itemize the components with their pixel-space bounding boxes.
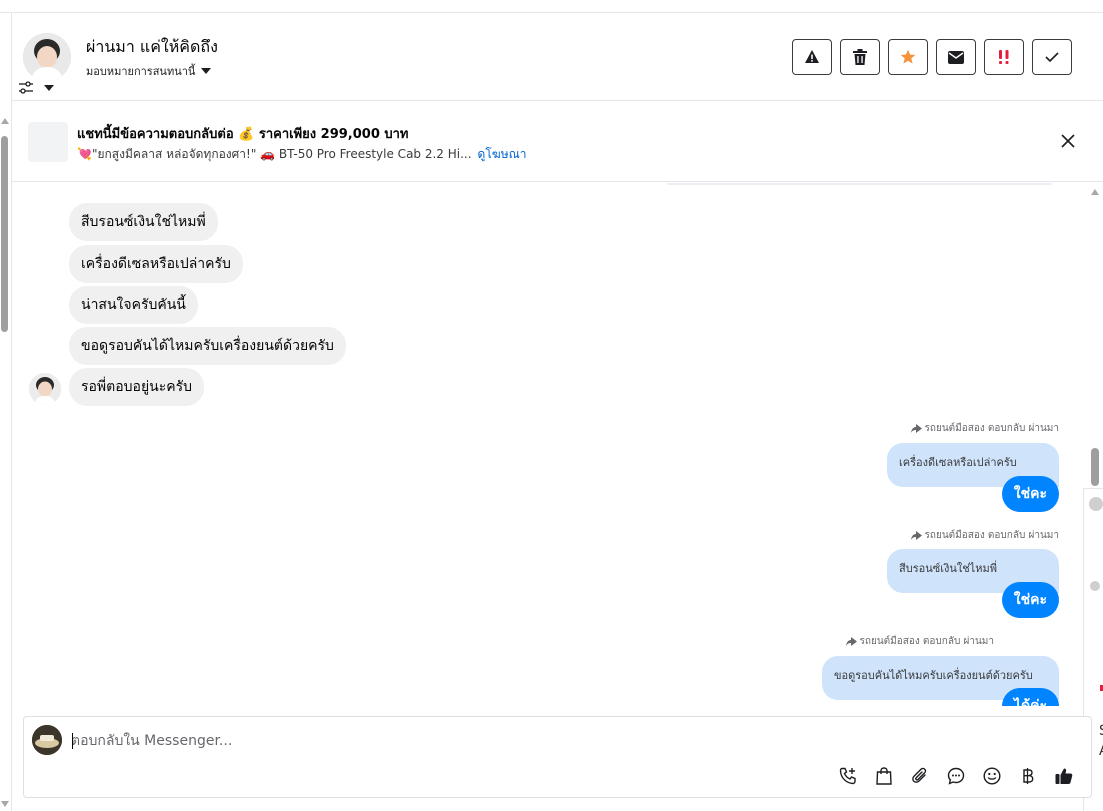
baht-icon	[1023, 768, 1034, 784]
close-icon	[1061, 134, 1075, 148]
ad-title: แชทนี้มีข้อความตอบกลับต่อ 💰 ราคาเพียง 29…	[77, 127, 409, 142]
assign-conversation-dropdown[interactable]: มอบหมายการสนทนานี้	[86, 62, 212, 80]
chevron-down-icon	[201, 68, 212, 74]
sender-avatar[interactable]	[29, 373, 61, 405]
outgoing-message[interactable]: ใช่คะ	[1001, 476, 1059, 512]
scroll-up-arrow-icon[interactable]	[1091, 189, 1099, 195]
star-button[interactable]	[888, 39, 928, 75]
emoji-icon	[983, 767, 1001, 785]
follow-up-button[interactable]	[984, 39, 1024, 75]
outgoing-message[interactable]: ได้ค่ะ	[1001, 688, 1059, 706]
incoming-message[interactable]: รอพี่ตอบอยู่นะครับ	[69, 368, 205, 406]
mini-avatar[interactable]	[1090, 581, 1100, 591]
reply-arrow-icon	[910, 531, 922, 540]
call-button[interactable]	[837, 765, 859, 787]
incoming-message[interactable]: เครื่องดีเซลหรือเปล่าครับ	[69, 245, 243, 283]
trash-icon	[853, 49, 867, 65]
assign-label: มอบหมายการสนทนานี้	[86, 65, 196, 78]
messenger-inbox-page: ผ่านมา แค่ให้คิดถึง มอบหมายการสนทนานี้ แ…	[0, 0, 1103, 811]
mark-unread-button[interactable]	[936, 39, 976, 75]
thread-scrollbar[interactable]	[1088, 183, 1103, 511]
shopping-bag-icon	[876, 767, 892, 785]
contact-avatar[interactable]	[23, 33, 71, 81]
close-banner-button[interactable]	[1059, 132, 1077, 150]
check-icon	[1045, 52, 1059, 63]
side-text-fragment: S A	[1099, 721, 1103, 761]
call-icon	[839, 767, 856, 785]
shop-button[interactable]	[873, 765, 895, 787]
reply-input[interactable]	[71, 729, 771, 753]
chevron-down-icon[interactable]	[44, 85, 54, 91]
scroll-thumb[interactable]	[1091, 448, 1099, 486]
like-button[interactable]	[1053, 765, 1075, 787]
reply-arrow-icon	[845, 637, 857, 646]
filter-control[interactable]	[18, 79, 62, 97]
header-actions	[792, 39, 1072, 75]
emoji-button[interactable]	[981, 765, 1003, 787]
view-ad-link[interactable]: ดูโฆษณา	[478, 145, 527, 164]
delete-button[interactable]	[840, 39, 880, 75]
report-icon	[805, 50, 819, 63]
reply-composer	[23, 716, 1092, 798]
page-avatar	[32, 725, 62, 755]
thumbs-up-icon	[1055, 768, 1073, 784]
saved-reply-button[interactable]	[945, 765, 967, 787]
reply-arrow-icon	[910, 424, 922, 433]
incoming-message[interactable]: น่าสนใจครับคันนี้	[69, 286, 198, 324]
conversation-header: ผ่านมา แค่ให้คิดถึง มอบหมายการสนทนานี้	[12, 13, 1103, 101]
ad-thumbnail	[28, 122, 68, 162]
reply-meta: รถยนต์มือสอง ตอบกลับ ผ่านมา	[845, 634, 994, 649]
incoming-message[interactable]: ขอดูรอบคันได้ไหมครับเครื่องยนต์ด้วยครับ	[69, 327, 346, 365]
ad-subtitle-row: 💘"ยกสูงมีคลาส หล่อจัดทุกองศา!" 🚗 BT-50 P…	[77, 145, 526, 164]
scroll-down-arrow-icon[interactable]	[1, 801, 9, 807]
incoming-message[interactable]: สีบรอนซ์เงินใช่ไหมพี่	[69, 203, 218, 241]
saved-reply-icon	[947, 767, 965, 785]
ad-reply-banner: แชทนี้มีข้อความตอบกลับต่อ 💰 ราคาเพียง 29…	[12, 102, 1103, 182]
mini-avatar[interactable]	[1089, 497, 1103, 511]
follow-up-icon	[999, 50, 1009, 64]
sliders-icon[interactable]	[18, 81, 34, 95]
reply-meta: รถยนต์มือสอง ตอบกลับ ผ่านมา	[910, 528, 1059, 543]
report-button[interactable]	[792, 39, 832, 75]
attach-icon	[912, 767, 927, 783]
previous-message-edge	[667, 183, 1052, 185]
outgoing-message[interactable]: ใช่คะ	[1001, 582, 1059, 618]
payment-button[interactable]	[1017, 765, 1039, 787]
envelope-icon	[948, 50, 964, 64]
composer-toolbar	[837, 765, 1075, 787]
reply-meta: รถยนต์มือสอง ตอบกลับ ผ่านมา	[910, 421, 1059, 436]
scroll-up-arrow-icon[interactable]	[1, 118, 9, 124]
text-cursor	[72, 733, 73, 749]
attach-button[interactable]	[909, 765, 931, 787]
star-icon	[900, 49, 916, 64]
contact-name[interactable]: ผ่านมา แค่ให้คิดถึง	[86, 35, 218, 60]
left-scrollbar[interactable]	[0, 112, 10, 811]
message-thread[interactable]: สีบรอนซ์เงินใช่ไหมพี่ เครื่องดีเซลหรือเป…	[12, 183, 1082, 706]
ad-subtitle: 💘"ยกสูงมีคลาส หล่อจัดทุกองศา!" 🚗 BT-50 P…	[77, 147, 472, 161]
scroll-thumb[interactable]	[1, 136, 8, 332]
mark-done-button[interactable]	[1032, 39, 1072, 75]
